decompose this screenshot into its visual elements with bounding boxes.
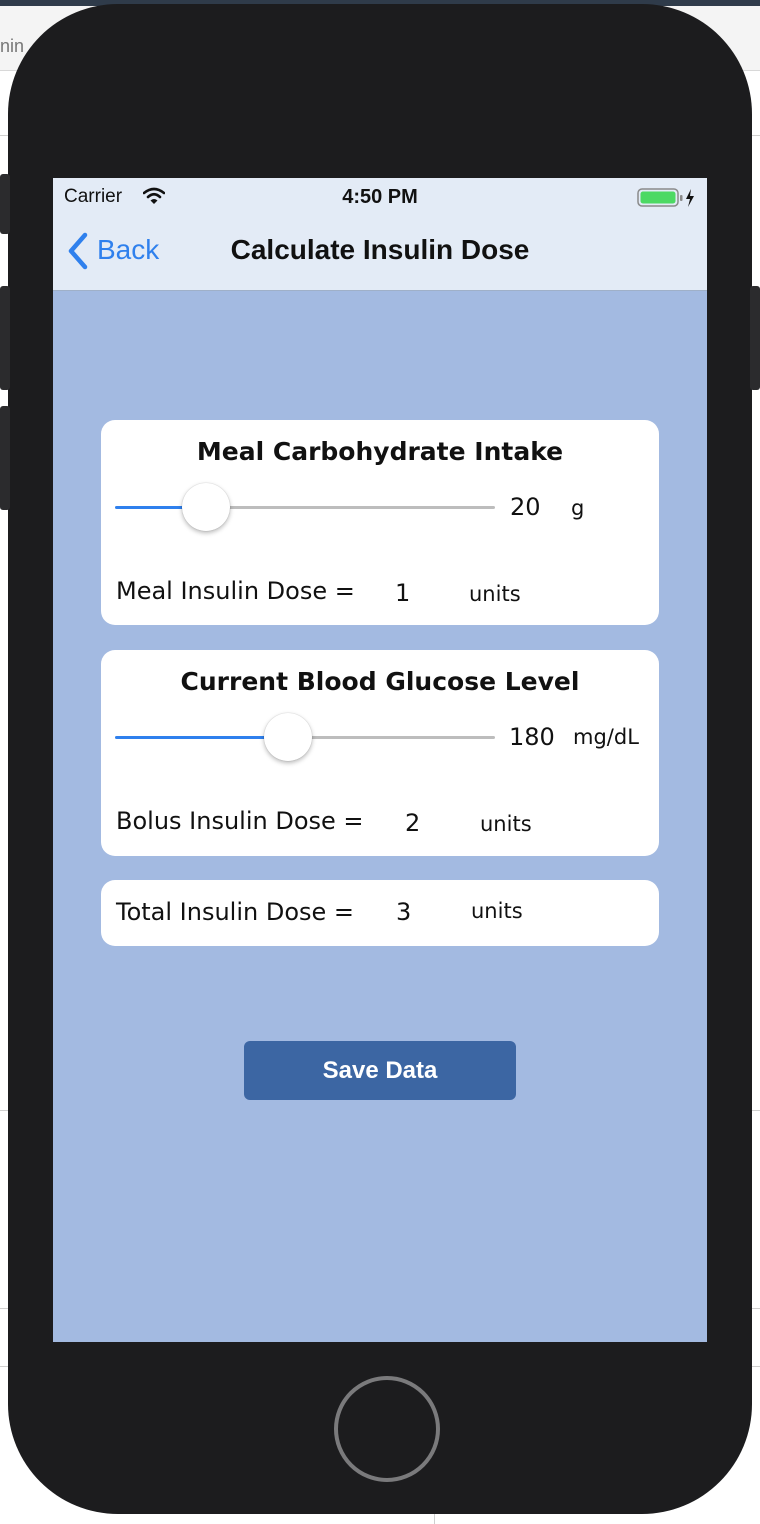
bolus-dose-value: 2: [405, 809, 421, 837]
glucose-value: 180: [509, 723, 555, 751]
home-button[interactable]: [334, 1376, 440, 1482]
total-dose-card: Total Insulin Dose = 3 units: [101, 880, 659, 946]
bolus-dose-label: Bolus Insulin Dose =: [116, 807, 364, 835]
bolus-dose-unit: units: [480, 812, 532, 836]
app-screen: Carrier 4:50 PM Back Calculate Insulin D…: [53, 178, 707, 1342]
total-dose-value: 3: [396, 898, 412, 926]
carb-slider-track[interactable]: [205, 506, 495, 509]
glucose-unit: mg/dL: [573, 725, 639, 749]
volume-down-button: [0, 406, 10, 510]
carb-card-title: Meal Carbohydrate Intake: [196, 437, 564, 466]
glucose-slider-track[interactable]: [288, 736, 495, 739]
carb-intake-card: Meal Carbohydrate Intake 20 g Meal Insul…: [101, 420, 659, 625]
status-time: 4:50 PM: [342, 186, 418, 208]
navigation-bar: Carrier 4:50 PM Back Calculate Insulin D…: [53, 178, 707, 291]
total-dose-label: Total Insulin Dose =: [116, 898, 355, 926]
save-data-button[interactable]: Save Data: [244, 1041, 516, 1100]
glucose-slider-thumb[interactable]: [264, 713, 312, 761]
carb-value: 20: [510, 493, 541, 521]
glucose-level-card: Current Blood Glucose Level 180 mg/dL Bo…: [101, 650, 659, 856]
meal-dose-label: Meal Insulin Dose =: [116, 577, 355, 605]
meal-dose-value: 1: [395, 579, 411, 607]
power-button: [750, 286, 760, 390]
meal-dose-unit: units: [469, 582, 521, 606]
volume-up-button: [0, 286, 10, 390]
total-dose-unit: units: [471, 899, 523, 923]
battery-icon: [637, 188, 694, 207]
mute-switch: [0, 174, 10, 234]
glucose-slider-track-filled[interactable]: [115, 736, 288, 739]
glucose-card-title: Current Blood Glucose Level: [180, 667, 580, 696]
page-title: Calculate Insulin Dose: [230, 234, 530, 265]
carb-unit: g: [571, 496, 585, 520]
carb-slider-thumb[interactable]: [182, 483, 230, 531]
background-tab-text: nin: [0, 36, 25, 56]
